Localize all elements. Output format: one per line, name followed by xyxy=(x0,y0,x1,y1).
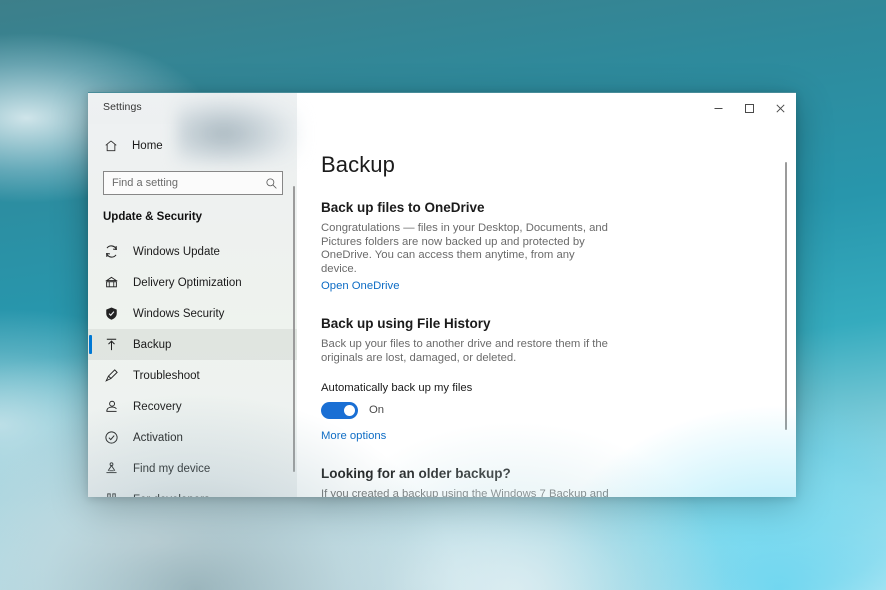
search-input[interactable] xyxy=(104,177,260,189)
settings-window: Settings Home Find a setting Update & Se… xyxy=(88,92,796,497)
section-body: Back up your files to another drive and … xyxy=(321,338,608,364)
desktop-wallpaper: Settings Home Find a setting Update & Se… xyxy=(0,0,886,590)
sidebar-scrollbar[interactable] xyxy=(293,186,295,472)
section-onedrive: Back up files to OneDrive Congratulation… xyxy=(321,200,796,294)
section-body: Congratulations — files in your Desktop,… xyxy=(321,222,608,275)
content-scrollbar[interactable] xyxy=(785,162,787,430)
auto-backup-toggle-row: On xyxy=(321,401,796,419)
home-icon xyxy=(104,139,118,153)
section-body: If you created a backup using the Window… xyxy=(321,487,609,497)
sidebar-label: Recovery xyxy=(133,400,182,413)
sidebar-item-windows-security[interactable]: Windows Security xyxy=(88,298,297,329)
open-onedrive-link[interactable]: Open OneDrive xyxy=(321,280,400,292)
section-heading: Back up files to OneDrive xyxy=(321,200,485,215)
titlebar-left-region: Settings xyxy=(88,93,302,165)
sidebar-item-recovery[interactable]: Recovery xyxy=(88,391,297,422)
recovery-icon xyxy=(104,399,119,414)
refresh-icon xyxy=(104,244,119,259)
section-file-history: Back up using File History Back up your … xyxy=(321,316,796,443)
settings-content: Backup Back up files to OneDrive Congrat… xyxy=(297,124,796,497)
minimize-button[interactable] xyxy=(703,93,734,124)
sidebar-home-label: Home xyxy=(132,140,163,152)
toggle-state-label: On xyxy=(369,404,385,417)
search-icon[interactable] xyxy=(260,177,282,190)
sidebar-label: Activation xyxy=(133,431,183,444)
check-circle-icon xyxy=(104,430,119,445)
close-icon xyxy=(776,104,785,113)
more-options-link[interactable]: More options xyxy=(321,430,386,442)
auto-backup-label: Automatically back up my files xyxy=(321,381,473,394)
settings-sidebar: Home Update & Security xyxy=(88,124,297,497)
section-heading: Back up using File History xyxy=(321,316,491,332)
window-titlebar[interactable]: Settings xyxy=(88,93,796,165)
sidebar-item-activation[interactable]: Activation xyxy=(88,422,297,453)
sidebar-label: Troubleshoot xyxy=(133,369,200,382)
window-controls xyxy=(297,93,796,124)
auto-backup-toggle[interactable] xyxy=(321,401,358,419)
sidebar-item-find-my-device[interactable]: Find my device xyxy=(88,453,297,484)
toggle-knob xyxy=(344,404,355,416)
minimize-icon xyxy=(714,108,723,109)
sidebar-label: Delivery Optimization xyxy=(133,276,242,289)
sidebar-item-troubleshoot[interactable]: Troubleshoot xyxy=(88,360,297,391)
sidebar-section-title: Update & Security xyxy=(103,211,203,223)
upload-arrow-icon xyxy=(104,337,119,352)
sidebar-label: For developers xyxy=(133,494,210,498)
sidebar-label: Windows Security xyxy=(133,307,225,320)
search-box[interactable] xyxy=(103,171,283,195)
close-button[interactable] xyxy=(765,93,796,124)
window-title: Settings xyxy=(103,101,142,113)
sidebar-item-home[interactable]: Home xyxy=(88,133,297,159)
window-body: Home Update & Security xyxy=(88,124,796,497)
sidebar-item-delivery-optimization[interactable]: Delivery Optimization xyxy=(88,267,297,298)
sidebar-item-windows-update[interactable]: Windows Update xyxy=(88,236,297,267)
sidebar-item-backup[interactable]: Backup xyxy=(88,329,297,360)
maximize-icon xyxy=(745,104,754,113)
page-title: Backup xyxy=(321,152,395,177)
delivery-box-icon xyxy=(104,275,119,290)
sidebar-item-for-developers[interactable]: For developers xyxy=(88,484,297,497)
maximize-button[interactable] xyxy=(734,93,765,124)
developer-icon xyxy=(104,492,119,497)
sidebar-label: Windows Update xyxy=(133,245,220,258)
section-heading: Looking for an older backup? xyxy=(321,465,511,481)
screwdriver-icon xyxy=(104,368,119,383)
sidebar-label: Backup xyxy=(133,338,172,351)
shield-icon xyxy=(104,306,119,321)
find-device-icon xyxy=(104,461,119,476)
sidebar-nav-list: Windows Update Delivery Optimization Win… xyxy=(88,236,297,497)
sidebar-label: Find my device xyxy=(133,462,211,475)
section-older-backup: Looking for an older backup? If you crea… xyxy=(321,466,796,497)
